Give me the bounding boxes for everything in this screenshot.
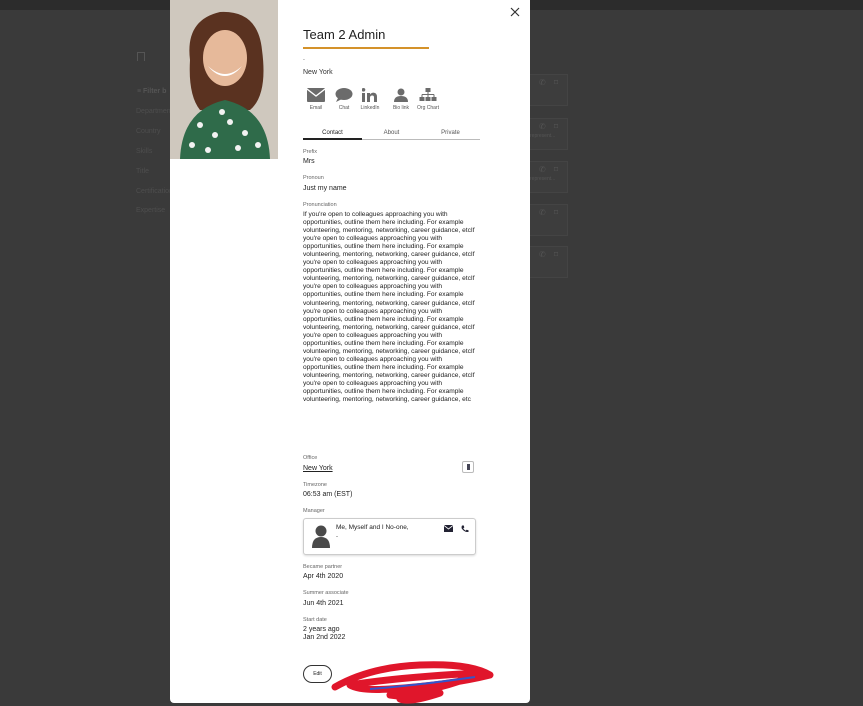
start-date-relative: 2 years ago — [303, 626, 340, 633]
pronoun-label: Pronoun — [303, 175, 324, 181]
manager-subtitle: - — [336, 534, 338, 540]
pronoun-value: Just my name — [303, 185, 347, 192]
pronunciation-value: If you're open to colleagues approaching… — [303, 211, 475, 404]
tab-about[interactable]: About — [362, 130, 421, 136]
became-partner-value: Apr 4th 2020 — [303, 573, 344, 580]
card-icons: ✆ ⌑ — [538, 250, 561, 259]
edit-button[interactable]: Edit — [303, 665, 332, 683]
tab-contact[interactable]: Contact — [303, 130, 362, 140]
manager-card[interactable]: Me, Myself and I No-one, - — [303, 518, 476, 555]
filter-certification: Certification — [136, 188, 173, 195]
prefix-value: Mrs — [303, 158, 315, 165]
tab-private[interactable]: Private — [421, 130, 480, 136]
redaction-scribble — [331, 661, 494, 704]
bio-link-icon — [394, 88, 408, 102]
avatar — [312, 525, 330, 548]
filter-title-item: Title — [136, 168, 149, 175]
filter-title: ≡ Filter b — [137, 88, 167, 95]
email-icon — [307, 88, 325, 102]
summer-associate-label: Summer associate — [303, 590, 349, 596]
profile-modal: Team 2 Admin . New York Email Chat Linke… — [170, 0, 530, 704]
card-snippet: represent... — [530, 176, 556, 182]
prefix-label: Prefix — [303, 149, 318, 155]
start-date-label: Start date — [303, 617, 327, 623]
filter-department: Department — [136, 108, 173, 115]
chat-icon — [335, 88, 353, 102]
org-chart-label: Org Chart — [417, 105, 439, 111]
background-card: ✆ ⌑ represent... — [528, 118, 568, 150]
timezone-value: 06:53 am (EST) — [303, 491, 353, 498]
name-underline — [303, 47, 429, 49]
building-icon[interactable] — [462, 461, 474, 473]
linkedin-icon — [362, 88, 377, 102]
org-chart-action[interactable]: Org Chart — [413, 88, 443, 111]
org-chart-icon — [419, 88, 437, 101]
timezone-label: Timezone — [303, 482, 327, 488]
background-card: ✆ ⌑ — [528, 204, 568, 236]
bio-link-label: Bio link — [392, 105, 410, 111]
office-link[interactable]: New York — [303, 465, 333, 472]
background-card: ✆ ⌑ represent... — [528, 161, 568, 193]
card-icons: ✆ ⌑ — [538, 122, 561, 131]
background-card: ✆ ⌑ — [528, 246, 568, 278]
card-icons: ✆ ⌑ — [538, 78, 561, 87]
became-partner-label: Became partner — [303, 564, 343, 570]
profile-photo — [170, 0, 278, 159]
close-button[interactable] — [508, 6, 522, 20]
manager-email-icon[interactable] — [444, 525, 453, 532]
profile-location: New York — [303, 69, 333, 76]
background-card: ✆ ⌑ — [528, 74, 568, 106]
bio-link-action[interactable]: Bio link — [386, 88, 416, 111]
office-label: Office — [303, 455, 318, 461]
filter-skills: Skills — [136, 148, 153, 155]
linkedin-label: LinkedIn — [360, 105, 380, 111]
manager-phone-icon[interactable] — [461, 525, 469, 533]
email-action[interactable]: Email — [301, 88, 331, 111]
card-icons: ✆ ⌑ — [538, 165, 561, 174]
filter-expertise: Expertise — [136, 207, 166, 214]
linkedin-action[interactable]: LinkedIn — [355, 88, 385, 111]
pronunciation-label: Pronunciation — [303, 202, 337, 208]
contact-actions: Email Chat LinkedIn Bio link Org Chart — [303, 88, 483, 118]
filter-country: Country — [136, 128, 161, 135]
manager-name: Me, Myself and I No-one, — [336, 524, 409, 531]
bookmark-icon — [137, 52, 145, 61]
profile-photo-image — [170, 0, 278, 159]
card-snippet: represent... — [530, 133, 556, 139]
summer-associate-value: Jun 4th 2021 — [303, 600, 344, 607]
card-icons: ✆ ⌑ — [538, 208, 561, 217]
start-date-value: Jan 2nd 2022 — [303, 634, 346, 641]
email-label: Email — [309, 105, 323, 111]
profile-name: Team 2 Admin — [303, 27, 386, 42]
close-icon — [510, 7, 520, 17]
profile-subtitle: . — [303, 55, 305, 62]
manager-label: Manager — [303, 508, 325, 514]
profile-tabs: Contact About Private — [303, 128, 480, 140]
